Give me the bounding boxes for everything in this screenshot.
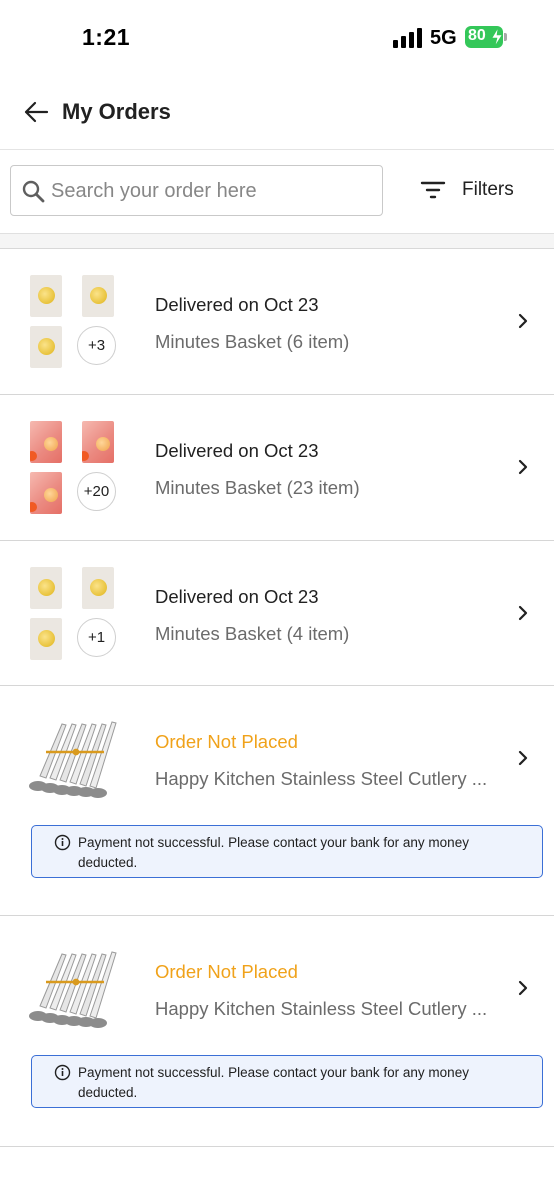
order-card[interactable]: +1 Delivered on Oct 23 Minutes Basket (4… bbox=[0, 541, 554, 686]
product-thumbnail bbox=[82, 567, 114, 609]
alert-message: Payment not successful. Please contact y… bbox=[78, 1065, 469, 1100]
filter-lines-icon bbox=[420, 181, 446, 199]
order-thumbnails: +1 bbox=[30, 567, 120, 663]
cutlery-product-image bbox=[29, 721, 117, 798]
order-subtitle: Minutes Basket (6 item) bbox=[155, 331, 350, 352]
info-icon bbox=[54, 834, 71, 851]
status-bar: 1:21 5G 80 bbox=[0, 0, 554, 76]
product-thumbnail bbox=[30, 326, 62, 368]
order-thumbnails: +20 bbox=[30, 421, 120, 517]
search-input[interactable] bbox=[51, 175, 371, 207]
more-items-count: +20 bbox=[77, 472, 116, 511]
payment-failed-alert: Payment not successful. Please contact y… bbox=[31, 825, 543, 878]
status-time: 1:21 bbox=[82, 24, 131, 50]
order-card[interactable]: Order Not Placed Happy Kitchen Stainless… bbox=[0, 686, 554, 916]
order-status: Delivered on Oct 23 bbox=[155, 440, 319, 461]
chevron-right-icon[interactable] bbox=[516, 979, 530, 997]
order-status: Order Not Placed bbox=[155, 961, 298, 982]
alert-message: Payment not successful. Please contact y… bbox=[78, 835, 469, 870]
battery-level: 80 bbox=[468, 27, 486, 44]
product-thumbnail bbox=[30, 275, 62, 317]
cutlery-product-image bbox=[29, 951, 117, 1028]
filters-button[interactable]: Filters bbox=[420, 172, 514, 208]
battery-cap bbox=[504, 33, 507, 41]
order-status: Order Not Placed bbox=[155, 731, 298, 752]
order-subtitle: Minutes Basket (4 item) bbox=[155, 623, 350, 644]
order-card[interactable]: +3 Delivered on Oct 23 Minutes Basket (6… bbox=[0, 249, 554, 395]
product-thumbnail bbox=[30, 618, 62, 660]
search-row: Filters bbox=[0, 150, 554, 234]
product-thumbnail bbox=[30, 472, 62, 514]
network-label: 5G bbox=[430, 27, 457, 49]
app-header: My Orders bbox=[0, 76, 554, 150]
product-thumbnail bbox=[30, 567, 62, 609]
order-status: Delivered on Oct 23 bbox=[155, 294, 319, 315]
product-thumbnail bbox=[82, 275, 114, 317]
chevron-right-icon[interactable] bbox=[516, 749, 530, 767]
filters-label: Filters bbox=[462, 179, 514, 200]
chevron-right-icon[interactable] bbox=[516, 458, 530, 476]
product-thumbnail bbox=[82, 421, 114, 463]
more-items-count: +3 bbox=[77, 326, 116, 365]
payment-failed-alert: Payment not successful. Please contact y… bbox=[31, 1055, 543, 1108]
order-card[interactable]: Order Not Placed Happy Kitchen Stainless… bbox=[0, 916, 554, 1147]
section-divider bbox=[0, 233, 554, 249]
search-icon bbox=[22, 180, 45, 203]
order-subtitle: Happy Kitchen Stainless Steel Cutlery ..… bbox=[155, 998, 488, 1019]
product-thumbnail bbox=[30, 421, 62, 463]
signal-icon bbox=[393, 28, 422, 48]
chevron-right-icon[interactable] bbox=[516, 604, 530, 622]
more-items-count: +1 bbox=[77, 618, 116, 657]
info-icon bbox=[54, 1064, 71, 1081]
battery-indicator: 80 bbox=[465, 26, 507, 48]
order-thumbnails: +3 bbox=[30, 275, 120, 371]
order-card[interactable]: +20 Delivered on Oct 23 Minutes Basket (… bbox=[0, 395, 554, 541]
page-title: My Orders bbox=[62, 99, 171, 124]
order-subtitle: Minutes Basket (23 item) bbox=[155, 477, 360, 498]
charging-bolt-icon bbox=[491, 28, 503, 46]
order-status: Delivered on Oct 23 bbox=[155, 586, 319, 607]
search-box[interactable] bbox=[10, 165, 383, 216]
arrow-left-icon[interactable] bbox=[22, 98, 50, 126]
chevron-right-icon[interactable] bbox=[516, 312, 530, 330]
order-subtitle: Happy Kitchen Stainless Steel Cutlery ..… bbox=[155, 768, 488, 789]
